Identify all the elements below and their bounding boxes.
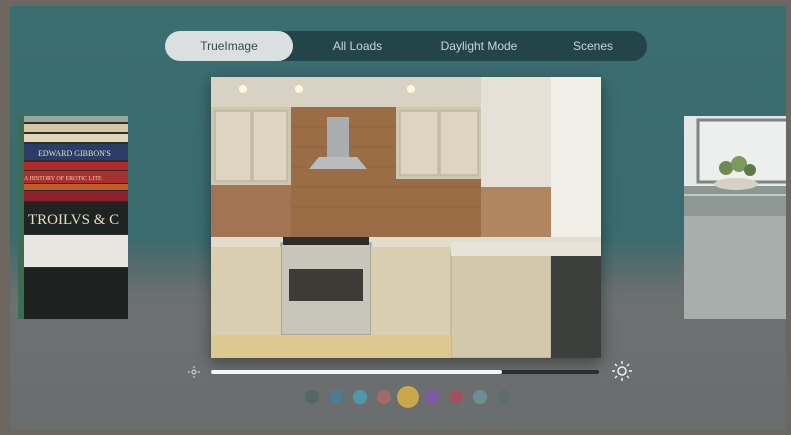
color-swatch[interactable] bbox=[397, 386, 419, 408]
mode-tab-bar: TrueImage All Loads Daylight Mode Scenes bbox=[165, 31, 647, 61]
sun-small-icon[interactable] bbox=[188, 365, 200, 383]
color-swatch[interactable] bbox=[353, 390, 367, 404]
color-swatch[interactable] bbox=[473, 390, 487, 404]
book-title-2: A HISTORY OF EROTIC LITE bbox=[24, 176, 102, 182]
color-swatch[interactable] bbox=[449, 390, 463, 404]
sun-large-icon[interactable] bbox=[612, 361, 632, 386]
tab-trueimage[interactable]: TrueImage bbox=[165, 31, 293, 61]
tab-scenes[interactable]: Scenes bbox=[543, 31, 643, 61]
color-swatch[interactable] bbox=[377, 390, 391, 404]
book-title-3: TROILVS & C bbox=[28, 212, 119, 228]
carousel-card-kitchen[interactable] bbox=[211, 77, 601, 358]
brightness-slider-fill bbox=[211, 370, 502, 374]
kitchen-image bbox=[211, 77, 601, 358]
bookshelf-image: EDWARD GIBBON'S A HISTORY OF EROTIC LITE… bbox=[18, 116, 128, 319]
tab-daylight-mode[interactable]: Daylight Mode bbox=[415, 31, 543, 61]
carousel-card-books[interactable]: EDWARD GIBBON'S A HISTORY OF EROTIC LITE… bbox=[18, 116, 128, 319]
window-image bbox=[684, 116, 786, 319]
tab-all-loads[interactable]: All Loads bbox=[300, 31, 415, 61]
color-swatch[interactable] bbox=[305, 390, 319, 404]
lighting-screen: TrueImage All Loads Daylight Mode Scenes… bbox=[10, 6, 786, 430]
carousel-card-window[interactable] bbox=[684, 116, 786, 319]
color-swatch[interactable] bbox=[329, 390, 343, 404]
color-swatch[interactable] bbox=[425, 390, 439, 404]
book-title-1: EDWARD GIBBON'S bbox=[38, 149, 111, 158]
color-swatch[interactable] bbox=[497, 390, 511, 404]
